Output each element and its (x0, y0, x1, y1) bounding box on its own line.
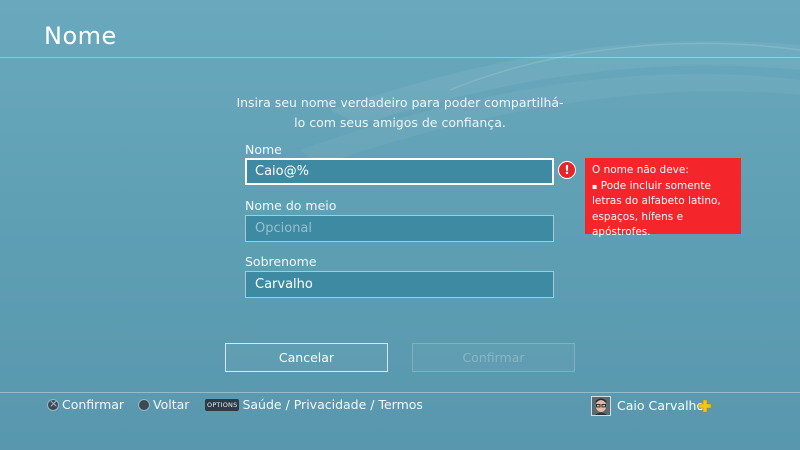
circle-button-icon (138, 398, 150, 411)
user-name: Caio Carvalho (617, 398, 705, 413)
ps-plus-icon (698, 399, 712, 413)
avatar (591, 396, 611, 416)
middle-name-label: Nome do meio (245, 198, 337, 213)
error-bullet: ▪ Pode incluir somente letras do alfabet… (592, 179, 721, 239)
footer-divider (0, 392, 800, 393)
intro-text: Insira seu nome verdadeiro para poder co… (236, 95, 564, 130)
first-name-field[interactable]: Caio@% (245, 158, 554, 185)
title-divider (0, 57, 800, 58)
cancel-button[interactable]: Cancelar (225, 343, 388, 372)
last-name-field[interactable]: Carvalho (245, 271, 554, 298)
error-tooltip: O nome não deve: ▪ Pode incluir somente … (585, 158, 741, 238)
confirm-hint: Confirmar (47, 397, 124, 412)
first-name-label: Nome (245, 142, 282, 157)
last-name-label: Sobrenome (245, 254, 317, 269)
alert-icon: ! (558, 161, 576, 179)
cross-button-icon (47, 397, 59, 411)
middle-name-field[interactable]: Opcional (245, 215, 554, 242)
options-button-icon: OPTIONS (205, 398, 240, 411)
first-name-value: Caio@% (255, 164, 309, 179)
page-title: Nome (44, 22, 117, 50)
middle-name-placeholder: Opcional (255, 221, 313, 236)
error-heading: O nome não deve: (592, 164, 689, 176)
options-hint: OPTIONS Saúde / Privacidade / Termos (205, 397, 423, 412)
confirm-button[interactable]: Confirmar (412, 343, 575, 372)
back-hint: Voltar (138, 397, 189, 412)
last-name-value: Carvalho (255, 277, 313, 292)
